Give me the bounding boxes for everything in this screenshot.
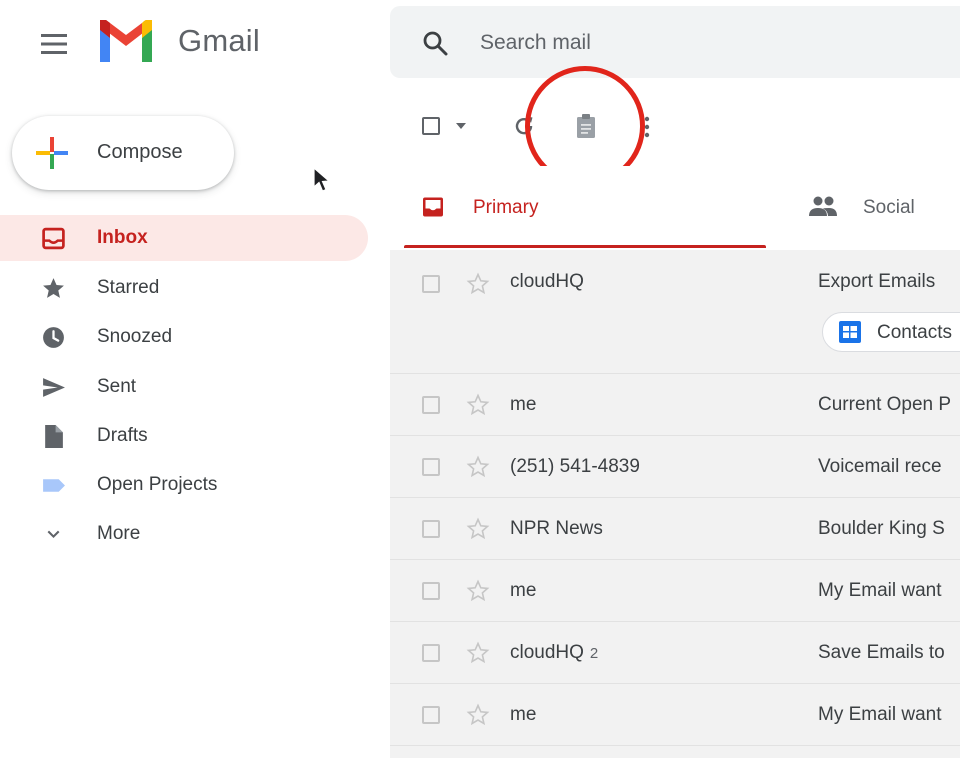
email-sender: me xyxy=(510,704,537,725)
star-outline-icon[interactable] xyxy=(466,641,490,665)
star-outline-icon[interactable] xyxy=(466,517,490,541)
email-row[interactable]: cloudHQ Export Emails Contacts xyxy=(390,250,960,374)
sidebar-item-drafts[interactable]: Drafts xyxy=(0,413,368,459)
compose-button[interactable]: Compose xyxy=(12,116,234,190)
row-checkbox[interactable] xyxy=(422,706,440,724)
star-outline-icon[interactable] xyxy=(466,393,490,417)
email-subject: My Email want xyxy=(818,580,942,601)
tab-social[interactable]: Social xyxy=(794,166,960,250)
search-bar[interactable] xyxy=(390,6,960,78)
row-checkbox[interactable] xyxy=(422,520,440,538)
email-subject: Voicemail rece xyxy=(818,456,942,477)
tab-label: Social xyxy=(863,197,915,218)
email-sender: cloudHQ xyxy=(510,271,584,292)
email-row[interactable]: NPR News Boulder King S xyxy=(390,498,960,560)
clock-icon xyxy=(43,327,64,348)
search-input[interactable] xyxy=(478,24,942,62)
sidebar-item-more[interactable]: More xyxy=(0,511,368,557)
sidebar-item-label: Snoozed xyxy=(97,326,173,347)
row-checkbox[interactable] xyxy=(422,644,440,662)
more-vert-icon[interactable] xyxy=(643,116,651,138)
star-outline-icon[interactable] xyxy=(466,455,490,479)
compose-plus-icon xyxy=(36,137,68,169)
gmail-logo[interactable] xyxy=(96,16,160,68)
row-checkbox[interactable] xyxy=(422,582,440,600)
main-menu-button[interactable] xyxy=(34,24,74,64)
email-subject: Current Open P xyxy=(818,394,952,415)
email-subject: Boulder King S xyxy=(818,518,945,539)
email-sender: (251) 541-4839 xyxy=(510,456,640,477)
draft-icon xyxy=(45,425,63,448)
sidebar-item-label: More xyxy=(97,523,141,544)
sidebar-item-starred[interactable]: Starred xyxy=(0,265,368,311)
sidebar-item-label: Drafts xyxy=(97,425,148,446)
main-panel: Primary Social cloudHQ Export Emails Con… xyxy=(390,66,960,758)
sidebar-item-snoozed[interactable]: Snoozed xyxy=(0,314,368,360)
email-list: cloudHQ Export Emails Contacts me Curren… xyxy=(390,250,960,758)
inbox-icon xyxy=(423,197,443,217)
select-all-checkbox[interactable] xyxy=(422,117,440,135)
toolbar xyxy=(390,66,960,186)
sidebar-item-label: Starred xyxy=(97,277,160,298)
star-outline-icon[interactable] xyxy=(466,579,490,603)
email-row[interactable]: me My Email want xyxy=(390,684,960,746)
sheets-icon xyxy=(839,321,861,343)
email-row[interactable]: (251) 541-4839 Voicemail rece xyxy=(390,436,960,498)
attachment-chip[interactable]: Contacts xyxy=(822,312,960,352)
sidebar-item-label: Inbox xyxy=(97,227,148,248)
sidebar-item-sent[interactable]: Sent xyxy=(0,364,368,410)
email-sender: NPR News xyxy=(510,518,603,539)
star-icon xyxy=(43,278,64,298)
star-outline-icon[interactable] xyxy=(466,703,490,727)
tab-label: Primary xyxy=(473,197,539,218)
email-sender: cloudHQ 2 xyxy=(510,642,599,663)
row-checkbox[interactable] xyxy=(422,396,440,414)
label-icon xyxy=(43,479,65,492)
star-outline-icon[interactable] xyxy=(466,272,490,296)
email-row[interactable]: me Current Open P xyxy=(390,374,960,436)
email-row[interactable]: cloudHQ 2 Save Emails to xyxy=(390,622,960,684)
sidebar-item-label: Open Projects xyxy=(97,474,218,495)
clipboard-icon[interactable] xyxy=(574,113,598,139)
search-icon[interactable] xyxy=(422,30,448,56)
refresh-icon[interactable] xyxy=(512,114,536,138)
email-subject: My Email want xyxy=(818,704,942,725)
email-sender: me xyxy=(510,394,537,415)
row-checkbox[interactable] xyxy=(422,275,440,293)
email-subject: Save Emails to xyxy=(818,642,945,663)
tab-primary[interactable]: Primary xyxy=(404,166,768,250)
send-icon xyxy=(43,378,65,397)
category-tabs: Primary Social xyxy=(390,166,960,250)
people-icon xyxy=(809,196,837,216)
chevron-down-icon xyxy=(47,530,60,539)
inbox-icon xyxy=(42,227,65,250)
app-name: Gmail xyxy=(178,23,260,58)
sidebar-item-label: Sent xyxy=(97,376,137,397)
hamburger-menu-icon xyxy=(41,34,67,54)
sidebar-item-inbox[interactable]: Inbox xyxy=(0,215,368,261)
attachment-label: Contacts xyxy=(877,322,952,343)
thread-count: 2 xyxy=(589,645,599,662)
row-checkbox[interactable] xyxy=(422,458,440,476)
gmail-m-icon xyxy=(100,20,152,62)
email-sender: me xyxy=(510,580,537,601)
sidebar-item-open-projects[interactable]: Open Projects xyxy=(0,462,368,508)
email-subject: Export Emails xyxy=(818,271,936,292)
top-bar: Gmail xyxy=(0,0,960,86)
caret-down-icon[interactable] xyxy=(455,122,467,130)
email-row[interactable]: me My Email want xyxy=(390,560,960,622)
mouse-cursor-icon xyxy=(313,167,331,192)
compose-label: Compose xyxy=(97,141,183,163)
